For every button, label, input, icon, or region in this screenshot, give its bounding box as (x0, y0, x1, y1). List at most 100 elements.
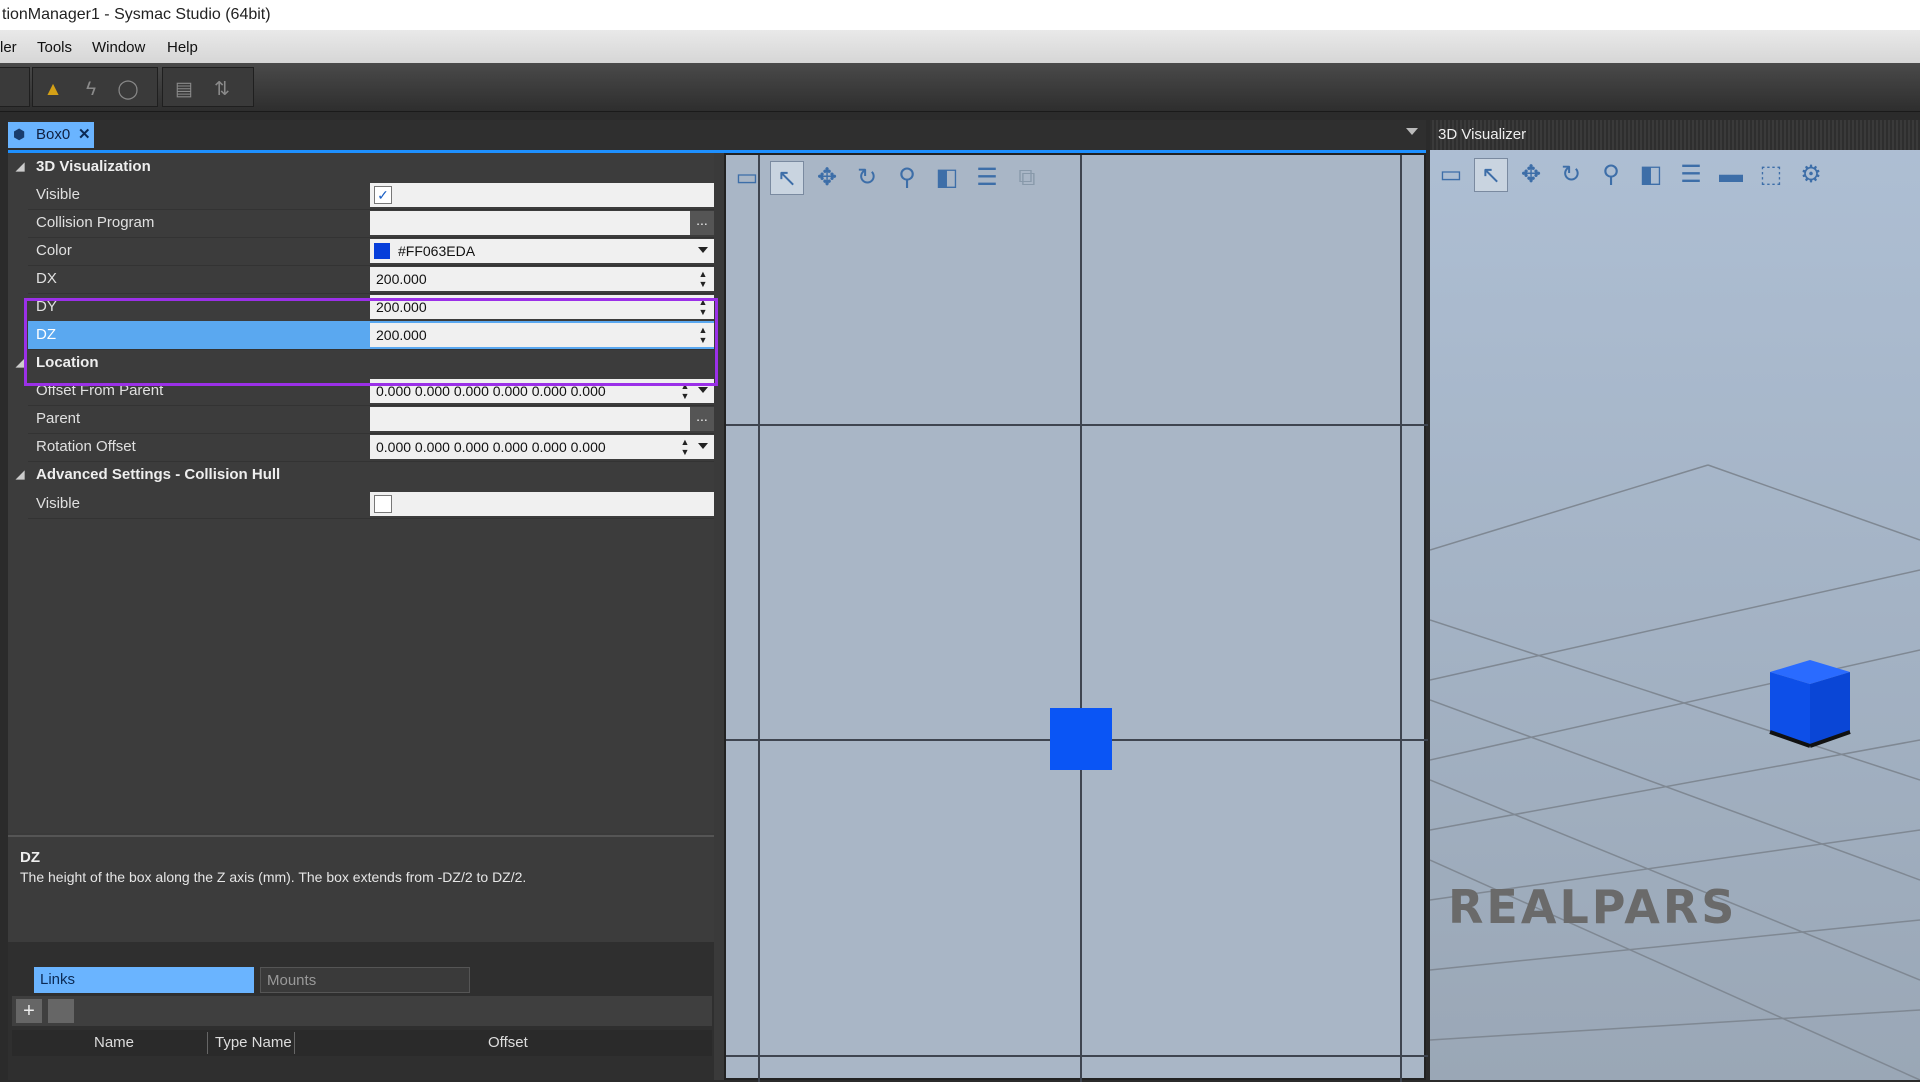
cube-view-icon[interactable]: ◧ (930, 161, 964, 195)
rotate-icon[interactable]: ↻ (1554, 158, 1588, 192)
prop-row-dy[interactable]: DY 200.000 ▲ ▼ (28, 293, 714, 322)
rotation-input[interactable]: 0.000 0.000 0.000 0.000 0.000 0.000 ▲ ▼ (370, 435, 714, 459)
layers-icon[interactable]: ⧉ (1010, 161, 1044, 195)
spinner-icon[interactable]: ▲ ▼ (680, 437, 690, 457)
wireframe-icon[interactable]: ⬚ (1754, 158, 1788, 192)
box0-top-view[interactable] (1050, 708, 1112, 770)
category-3d-visualization[interactable]: ◢ 3D Visualization (8, 153, 714, 181)
refresh-icon[interactable]: ◯ (117, 79, 139, 101)
color-value: #FF063EDA (398, 243, 476, 259)
links-mounts-panel: Links Mounts + Name Type Name Offset (8, 942, 714, 1080)
box0-3d-view[interactable] (1760, 660, 1860, 750)
browse-button[interactable]: ... (690, 211, 714, 235)
spinner-icon[interactable]: ▲ ▼ (698, 325, 708, 345)
list-icon[interactable]: ☰ (970, 161, 1004, 195)
prop-name: Visible (36, 495, 80, 512)
prop-row-hull-visible[interactable]: Visible (28, 490, 714, 519)
chevron-down-icon[interactable] (698, 387, 708, 393)
realpars-watermark: REALPARS (1448, 880, 1738, 934)
window-icon[interactable]: ▭ (1434, 158, 1468, 192)
hull-visible-checkbox[interactable] (374, 495, 392, 513)
toolbar-group-tools: ▤ ⇅ (162, 67, 254, 107)
window-title: tionManager1 - Sysmac Studio (64bit) (2, 6, 271, 23)
col-type-name[interactable]: Type Name (215, 1030, 292, 1056)
select-pointer-icon[interactable]: ↖ (770, 161, 804, 195)
visualizer-title: 3D Visualizer (1438, 126, 1527, 143)
remove-link-button[interactable] (48, 999, 74, 1023)
menu-controller[interactable]: ler (0, 39, 17, 56)
top-view-canvas[interactable]: ▭ ↖ ✥ ↻ ⚲ ◧ ☰ ⧉ (724, 153, 1428, 1082)
document-tab-strip: ⬢ Box0 ✕ (8, 120, 1426, 153)
prop-row-collision-program[interactable]: Collision Program ... (28, 209, 714, 238)
collision-program-field[interactable]: ... (370, 211, 714, 235)
chevron-down-icon[interactable] (698, 247, 708, 253)
color-swatch (374, 243, 390, 259)
offset-value: 0.000 0.000 0.000 0.000 0.000 0.000 (376, 383, 606, 399)
spinner-icon[interactable]: ▲ ▼ (698, 297, 708, 317)
tab-box0[interactable]: ⬢ Box0 ✕ (8, 122, 94, 148)
zoom-icon[interactable]: ⚲ (890, 161, 924, 195)
prop-row-color[interactable]: Color #FF063EDA (28, 237, 714, 266)
rotate-icon[interactable]: ↻ (850, 161, 884, 195)
links-table-header: Name Type Name Offset (12, 1030, 712, 1056)
cube-view-icon[interactable]: ◧ (1634, 158, 1668, 192)
prop-row-offset-from-parent[interactable]: Offset From Parent 0.000 0.000 0.000 0.0… (28, 377, 714, 406)
menu-bar: ler Tools Window Help (0, 30, 1920, 63)
tab-list-dropdown-icon[interactable] (1406, 128, 1418, 135)
select-pointer-icon[interactable]: ↖ (1474, 158, 1508, 192)
prop-row-visible[interactable]: Visible ✓ (28, 181, 714, 210)
prop-row-parent[interactable]: Parent ... (28, 405, 714, 434)
category-advanced-collision-hull[interactable]: ◢ Advanced Settings - Collision Hull (8, 461, 714, 489)
close-icon[interactable]: ✕ (78, 122, 91, 148)
collapse-icon[interactable]: ◢ (16, 349, 24, 377)
camera-icon[interactable]: ⚙ (1794, 158, 1828, 192)
description-pane: DZ The height of the box along the Z axi… (8, 835, 714, 944)
collapse-icon[interactable]: ◢ (16, 153, 24, 181)
visible-value[interactable]: ✓ (370, 183, 714, 207)
col-name[interactable]: Name (94, 1030, 134, 1056)
color-dropdown[interactable]: #FF063EDA (370, 239, 714, 263)
prop-row-rotation-offset[interactable]: Rotation Offset 0.000 0.000 0.000 0.000 … (28, 433, 714, 462)
parent-field[interactable]: ... (370, 407, 714, 431)
grid-line (1400, 155, 1402, 1082)
prop-name: Offset From Parent (36, 382, 164, 399)
dx-input[interactable]: 200.000 ▲ ▼ (370, 267, 714, 291)
transfer-icon[interactable]: ⇅ (211, 79, 233, 101)
spinner-icon[interactable]: ▲ ▼ (698, 269, 708, 289)
offset-input[interactable]: 0.000 0.000 0.000 0.000 0.000 0.000 ▲ ▼ (370, 379, 714, 403)
menu-window[interactable]: Window (92, 39, 145, 56)
warning-icon[interactable]: ▲ (42, 79, 64, 101)
grid-line (726, 1055, 1428, 1057)
dy-value: 200.000 (376, 299, 427, 315)
tab-mounts[interactable]: Mounts (260, 967, 470, 993)
toolbar-group-left (0, 67, 30, 107)
add-link-button[interactable]: + (16, 999, 42, 1023)
browse-button[interactable]: ... (690, 407, 714, 431)
hull-visible-value[interactable] (370, 492, 714, 516)
description-title: DZ (20, 849, 40, 866)
list-icon[interactable]: ☰ (1674, 158, 1708, 192)
collapse-icon[interactable]: ◢ (16, 461, 24, 489)
tab-links[interactable]: Links (34, 967, 254, 993)
chevron-down-icon[interactable] (698, 443, 708, 449)
pan-icon[interactable]: ✥ (810, 161, 844, 195)
dy-input[interactable]: 200.000 ▲ ▼ (370, 295, 714, 319)
menu-help[interactable]: Help (167, 39, 198, 56)
col-offset[interactable]: Offset (488, 1030, 528, 1056)
3d-visualizer-panel[interactable]: 3D Visualizer ▭ ↖ ✥ ↻ ⚲ ◧ ☰ ▬ ⬚ ⚙ REALPA… (1430, 120, 1920, 1080)
prop-row-dx[interactable]: DX 200.000 ▲ ▼ (28, 265, 714, 294)
cube-icon: ⬢ (13, 126, 26, 142)
pan-icon[interactable]: ✥ (1514, 158, 1548, 192)
zoom-icon[interactable]: ⚲ (1594, 158, 1628, 192)
property-grid: ◢ 3D Visualization Visible ✓ Collision P… (8, 153, 718, 833)
prop-row-dz[interactable]: DZ 200.000 ▲ ▼ (28, 321, 714, 350)
menu-tools[interactable]: Tools (37, 39, 72, 56)
category-location[interactable]: ◢ Location (8, 349, 714, 377)
lightning-icon[interactable]: ϟ (80, 79, 102, 101)
visible-checkbox[interactable]: ✓ (374, 186, 392, 204)
grid-icon[interactable]: ▤ (173, 79, 195, 101)
view-toolbar: ▭ ↖ ✥ ↻ ⚲ ◧ ☰ ⧉ (726, 155, 1428, 201)
dz-input[interactable]: 200.000 ▲ ▼ (370, 323, 714, 347)
spinner-icon[interactable]: ▲ ▼ (680, 381, 690, 401)
ruler-icon[interactable]: ▬ (1714, 158, 1748, 192)
